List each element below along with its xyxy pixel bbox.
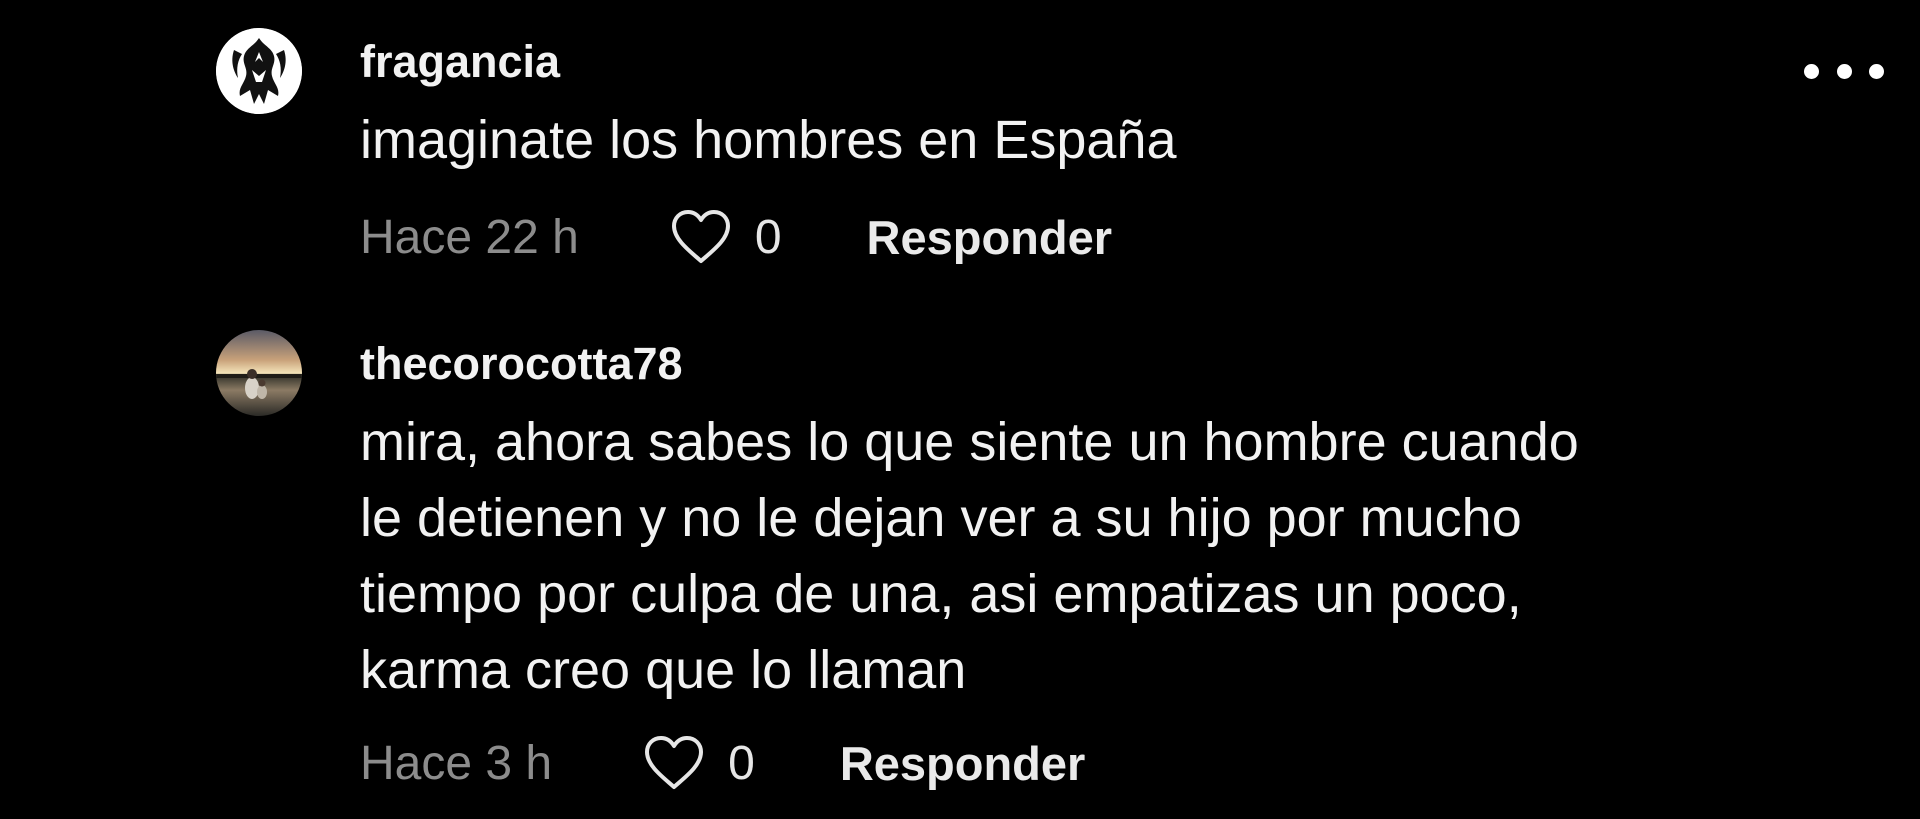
comment-actions: Hace 22 h 0 Responder bbox=[360, 207, 1112, 267]
more-options-icon[interactable] bbox=[1804, 60, 1884, 82]
comment-username[interactable]: fragancia bbox=[360, 36, 560, 88]
like-button[interactable]: 0 bbox=[642, 734, 755, 792]
reply-button[interactable]: Responder bbox=[840, 736, 1086, 791]
comment-text: mira, ahora sabes lo que siente un hombr… bbox=[360, 404, 1579, 708]
comment-text-line: tiempo por culpa de una, asi empatizas u… bbox=[360, 564, 1522, 624]
dot bbox=[1869, 63, 1884, 79]
dot bbox=[1804, 63, 1819, 79]
comment-item: thecorocotta78 mira, ahora sabes lo que … bbox=[0, 300, 1920, 819]
dragon-emblem-icon bbox=[216, 28, 302, 114]
heart-outline-icon bbox=[671, 210, 730, 263]
comment-text-line: imaginate los hombres en España bbox=[360, 110, 1177, 170]
like-count: 0 bbox=[754, 210, 782, 264]
heart-outline-icon bbox=[645, 736, 704, 789]
like-count: 0 bbox=[728, 736, 755, 790]
comment-text-line: le detienen y no le dejan ver a su hijo … bbox=[360, 488, 1522, 548]
comment-actions: Hace 3 h 0 Responder bbox=[360, 733, 1085, 793]
like-button[interactable]: 0 bbox=[669, 208, 782, 266]
avatar[interactable] bbox=[216, 330, 302, 416]
comment-text: imaginate los hombres en España bbox=[360, 102, 1177, 178]
comment-text-line: mira, ahora sabes lo que siente un hombr… bbox=[360, 412, 1579, 472]
comment-item: fragancia imaginate los hombres en Españ… bbox=[0, 0, 1920, 280]
comment-username[interactable]: thecorocotta78 bbox=[360, 338, 683, 390]
avatar[interactable] bbox=[216, 28, 302, 114]
reply-button[interactable]: Responder bbox=[867, 210, 1113, 265]
comment-text-line: karma creo que lo llaman bbox=[360, 640, 967, 700]
dot bbox=[1836, 63, 1852, 79]
sunset-photo-avatar bbox=[216, 330, 302, 416]
comment-timestamp: Hace 3 h bbox=[360, 736, 553, 790]
comment-timestamp: Hace 22 h bbox=[360, 210, 579, 264]
